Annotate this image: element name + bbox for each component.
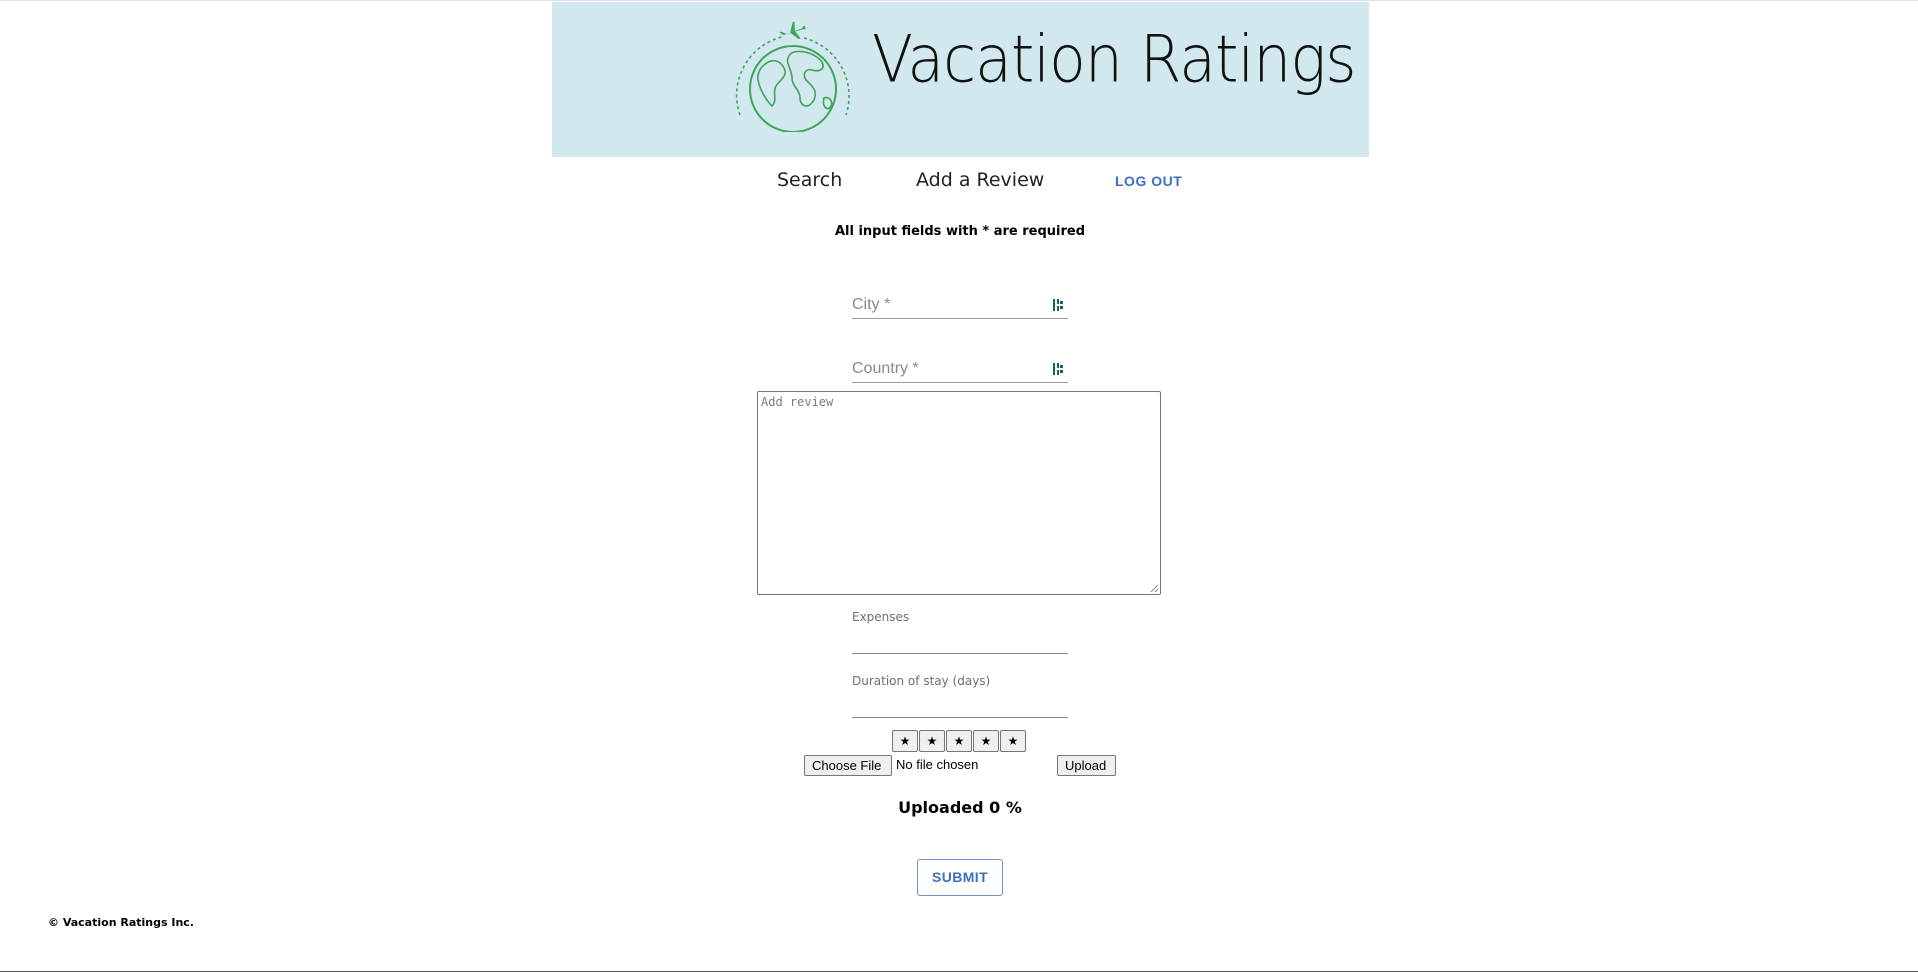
star-button-5[interactable]: ★ <box>1000 730 1026 752</box>
star-button-4[interactable]: ★ <box>973 730 999 752</box>
star-button-2[interactable]: ★ <box>919 730 945 752</box>
upload-progress: Uploaded 0 % <box>800 798 1120 817</box>
submit-button[interactable]: SUBMIT <box>917 859 1003 896</box>
star-button-1[interactable]: ★ <box>892 730 918 752</box>
resize-grip-icon[interactable] <box>1150 584 1159 593</box>
upload-progress-unit: % <box>1005 798 1022 817</box>
star-rating: ★ ★ ★ ★ ★ <box>892 730 1026 752</box>
expenses-label: Expenses <box>852 610 910 624</box>
upload-progress-percent: 0 <box>989 798 1001 817</box>
password-manager-icon[interactable] <box>1053 362 1064 376</box>
expenses-field[interactable]: Expenses <box>852 610 1068 654</box>
city-field[interactable]: City * <box>852 290 1068 319</box>
nav-add-review-link[interactable]: Add a Review <box>916 169 1044 191</box>
nav-search-link[interactable]: Search <box>777 169 842 191</box>
review-textarea[interactable]: Add review <box>757 391 1161 595</box>
file-status: No file chosen <box>896 757 979 772</box>
upload-button[interactable]: Upload <box>1057 755 1116 776</box>
header-banner: Vacation Ratings <box>552 2 1369 157</box>
duration-field[interactable]: Duration of stay (days) <box>852 674 1068 718</box>
required-fields-note: All input fields with * are required <box>834 224 1086 239</box>
duration-label: Duration of stay (days) <box>852 674 991 688</box>
upload-progress-label: Uploaded <box>898 798 984 817</box>
password-manager-icon[interactable] <box>1053 298 1064 312</box>
city-label: City * <box>852 296 891 313</box>
globe-airplane-icon <box>735 21 850 132</box>
choose-file-button[interactable]: Choose File <box>804 755 892 776</box>
review-placeholder: Add review <box>761 395 834 409</box>
logout-button[interactable]: LOG OUT <box>1115 173 1182 189</box>
app-title: Vacation Ratings <box>872 22 1357 98</box>
country-label: Country * <box>852 360 919 377</box>
footer-copyright: © Vacation Ratings Inc. <box>48 916 194 929</box>
star-button-3[interactable]: ★ <box>946 730 972 752</box>
top-divider <box>0 0 1918 1</box>
country-field[interactable]: Country * <box>852 354 1068 383</box>
